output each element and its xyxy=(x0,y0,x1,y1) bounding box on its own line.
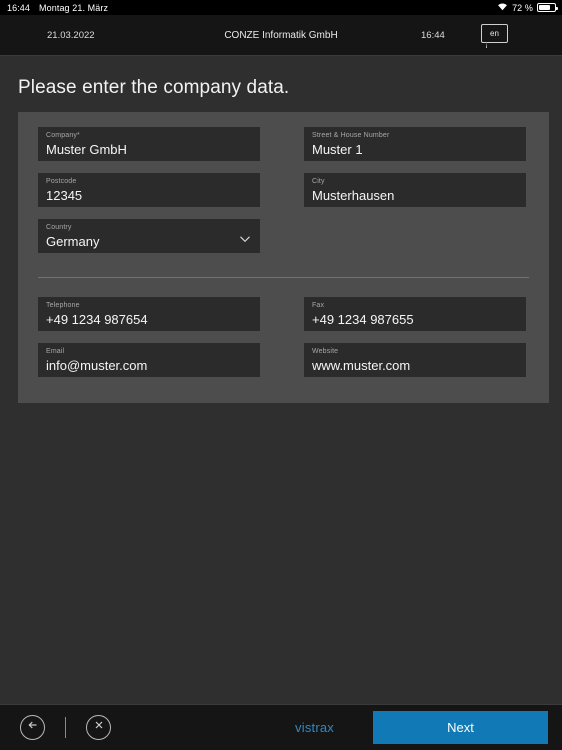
field-label-city: City xyxy=(312,178,325,185)
field-city[interactable]: City Musterhausen xyxy=(304,173,526,207)
field-value-city: Musterhausen xyxy=(312,188,395,203)
field-website[interactable]: Website www.muster.com xyxy=(304,343,526,377)
field-fax[interactable]: Fax +49 1234 987655 xyxy=(304,297,526,331)
field-label-country: Country xyxy=(46,224,72,231)
empty-slot xyxy=(304,219,526,253)
page-title: Please enter the company data. xyxy=(18,77,290,98)
field-postcode[interactable]: Postcode 12345 xyxy=(38,173,260,207)
next-button[interactable]: Next xyxy=(373,711,548,744)
nav-divider xyxy=(65,717,66,738)
field-label-postcode: Postcode xyxy=(46,178,77,185)
language-selector-icon[interactable]: en xyxy=(481,24,508,48)
contact-right-column: Fax +49 1234 987655 Website www.muster.c… xyxy=(304,297,526,389)
contact-section: Telephone +49 1234 987654 Email info@mus… xyxy=(38,297,529,389)
status-date: Montag 21. März xyxy=(39,2,109,13)
address-right-column: Street & House Number Muster 1 City Must… xyxy=(304,127,526,265)
contact-left-column: Telephone +49 1234 987654 Email info@mus… xyxy=(38,297,260,389)
battery-fill xyxy=(539,5,550,10)
field-label-company: Company* xyxy=(46,132,80,139)
status-right-cluster: 72 % xyxy=(497,2,558,13)
battery-percent-label: 72 % xyxy=(512,2,533,13)
field-label-telephone: Telephone xyxy=(46,302,80,309)
back-button[interactable] xyxy=(20,715,45,740)
battery-icon xyxy=(537,3,558,12)
header-time: 16:44 xyxy=(421,29,445,41)
app-header: 21.03.2022 CONZE Informatik GmbH 16:44 e… xyxy=(0,15,562,56)
wifi-icon xyxy=(497,2,508,13)
close-circle-icon xyxy=(92,718,106,737)
header-company-title: CONZE Informatik GmbH xyxy=(224,29,338,41)
brand-logo: vistrax xyxy=(295,720,334,735)
section-divider xyxy=(38,277,529,278)
card-inner: Company* Muster GmbH Postcode 12345 Coun… xyxy=(18,112,549,389)
field-value-street: Muster 1 xyxy=(312,142,363,157)
os-status-bar: 16:44 Montag 21. März 72 % xyxy=(0,0,562,15)
field-value-telephone: +49 1234 987654 xyxy=(46,312,148,327)
field-value-postcode: 12345 xyxy=(46,188,83,203)
status-time: 16:44 xyxy=(7,2,31,13)
field-label-street: Street & House Number xyxy=(312,132,390,139)
field-telephone[interactable]: Telephone +49 1234 987654 xyxy=(38,297,260,331)
field-value-company: Muster GmbH xyxy=(46,142,127,157)
field-label-fax: Fax xyxy=(312,302,325,309)
field-label-email: Email xyxy=(46,348,65,355)
address-section: Company* Muster GmbH Postcode 12345 Coun… xyxy=(38,127,529,265)
cancel-button[interactable] xyxy=(86,715,111,740)
arrow-left-circle-icon xyxy=(26,718,40,737)
field-company[interactable]: Company* Muster GmbH xyxy=(38,127,260,161)
field-street[interactable]: Street & House Number Muster 1 xyxy=(304,127,526,161)
field-value-website: www.muster.com xyxy=(312,358,411,373)
field-email[interactable]: Email info@muster.com xyxy=(38,343,260,377)
app-screen: 16:44 Montag 21. März 72 % 21.03.2022 CO… xyxy=(0,0,562,750)
field-value-country: Germany xyxy=(46,234,100,249)
field-country[interactable]: Country Germany xyxy=(38,219,260,253)
field-value-fax: +49 1234 987655 xyxy=(312,312,414,327)
bottom-navigation-bar: vistrax Next xyxy=(0,704,562,750)
company-data-card: Company* Muster GmbH Postcode 12345 Coun… xyxy=(18,112,549,403)
address-left-column: Company* Muster GmbH Postcode 12345 Coun… xyxy=(38,127,260,265)
chevron-down-icon[interactable] xyxy=(239,232,251,244)
field-label-website: Website xyxy=(312,348,339,355)
field-value-email: info@muster.com xyxy=(46,358,148,373)
